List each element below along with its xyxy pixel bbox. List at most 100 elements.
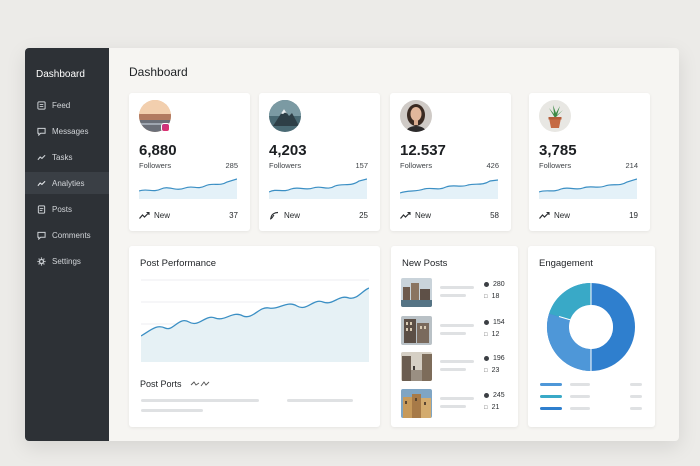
engagement-donut-chart [546,282,635,372]
placeholder-bar [141,409,203,412]
sidebar-item-label: Settings [52,256,81,266]
new-followers: New [539,211,570,220]
new-followers: New [139,211,170,220]
comments-count: □ 18 [484,293,500,300]
new-count: 19 [629,211,638,220]
page-title: Dashboard [129,65,188,79]
new-count: 58 [490,211,499,220]
likes-count: 280 [484,281,505,288]
followers-value: 4,203 [269,142,307,159]
comment-icon: □ [484,331,488,338]
trend-icon [190,381,209,387]
sidebar-item-label: Messages [52,126,89,136]
list-item[interactable]: 196 □ 23 [401,352,509,382]
feed-icon [36,100,46,110]
stat-card[interactable]: 4,203 Followers 157 New 25 [259,93,380,231]
list-item[interactable]: 280 □ 18 [401,278,509,308]
sidebar-item-settings[interactable]: Settings [25,250,109,272]
post-ports-title: Post Ports [140,379,182,389]
followers-label: Followers [400,161,433,170]
sidebar-item-label: Tasks [52,152,73,162]
sidebar-title: Dashboard [36,69,85,80]
comments-count: □ 23 [484,367,500,374]
engagement-title: Engagement [539,258,593,269]
sidebar-item-label: Feed [52,100,71,110]
dashboard-window: Dashboard Feed Messages Tasks Analyties [25,48,679,441]
gear-icon [36,256,46,266]
likes-count: 154 [484,319,505,326]
avatar [269,100,301,132]
comment-icon [36,230,46,240]
stat-card[interactable]: 3,785 Followers 214 New 19 [529,93,650,231]
sidebar: Dashboard Feed Messages Tasks Analyties [25,48,109,441]
avatar [539,100,571,132]
followers-value: 12.537 [400,142,446,159]
post-thumbnail [401,278,432,307]
placeholder-bar [141,399,259,402]
followers-count: 157 [355,161,368,170]
trend-icon [269,211,279,220]
new-posts-card: New Posts 280 □ 18 154 □ 12 196 □ 23 245… [391,246,518,427]
new-posts-title: New Posts [402,258,448,269]
placeholder-bar [440,286,474,289]
placeholder-bar [440,324,474,327]
placeholder-bar [440,360,474,363]
sparkline [139,178,237,199]
stat-card[interactable]: 6,880 Followers 285 New 37 [129,93,250,231]
legend-item [540,383,646,388]
trend-icon [36,152,46,162]
new-count: 25 [359,211,368,220]
sidebar-item-analyties[interactable]: Analyties [25,172,109,194]
likes-count: 196 [484,355,505,362]
legend-item [540,395,646,400]
placeholder-bar [287,399,353,402]
comments-count: □ 12 [484,331,500,338]
post-thumbnail [401,389,432,418]
sidebar-item-posts[interactable]: Posts [25,198,109,220]
avatar [400,100,432,132]
post-thumbnail [401,352,432,381]
message-icon [36,126,46,136]
sidebar-item-label: Analyties [52,178,85,188]
post-performance-card: Post Performance Post Ports [129,246,380,427]
post-thumbnail [401,316,432,345]
new-followers: New [269,211,300,220]
comment-icon: □ [484,404,488,411]
instagram-icon [161,123,170,132]
trend-up-icon [139,211,150,219]
followers-count: 214 [625,161,638,170]
sidebar-item-label: Comments [52,230,91,240]
followers-count: 426 [486,161,499,170]
post-ports-header: Post Ports [140,379,210,389]
comment-icon: □ [484,367,488,374]
placeholder-bar [440,397,474,400]
placeholder-bar [440,405,466,408]
trend-up-icon [539,211,550,219]
comment-icon: □ [484,293,488,300]
post-performance-chart [141,279,369,362]
trend-icon [36,178,46,188]
sparkline [539,178,637,199]
sparkline [269,178,367,199]
sidebar-item-comments[interactable]: Comments [25,224,109,246]
placeholder-bar [440,368,466,371]
post-performance-title: Post Performance [140,258,217,269]
legend-item [540,407,646,412]
sidebar-item-messages[interactable]: Messages [25,120,109,142]
sidebar-item-tasks[interactable]: Tasks [25,146,109,168]
sidebar-item-label: Posts [52,204,73,214]
new-count: 37 [229,211,238,220]
sidebar-item-feed[interactable]: Feed [25,94,109,116]
followers-label: Followers [539,161,572,170]
list-item[interactable]: 245 □ 21 [401,389,509,419]
new-followers: New [400,211,431,220]
comments-count: □ 21 [484,404,500,411]
stat-card[interactable]: 12.537 Followers 426 New 58 [390,93,511,231]
followers-value: 3,785 [539,142,577,159]
followers-label: Followers [139,161,172,170]
followers-count: 285 [225,161,238,170]
sparkline [400,179,498,199]
list-item[interactable]: 154 □ 12 [401,316,509,346]
trend-up-icon [400,211,411,219]
likes-count: 245 [484,392,505,399]
